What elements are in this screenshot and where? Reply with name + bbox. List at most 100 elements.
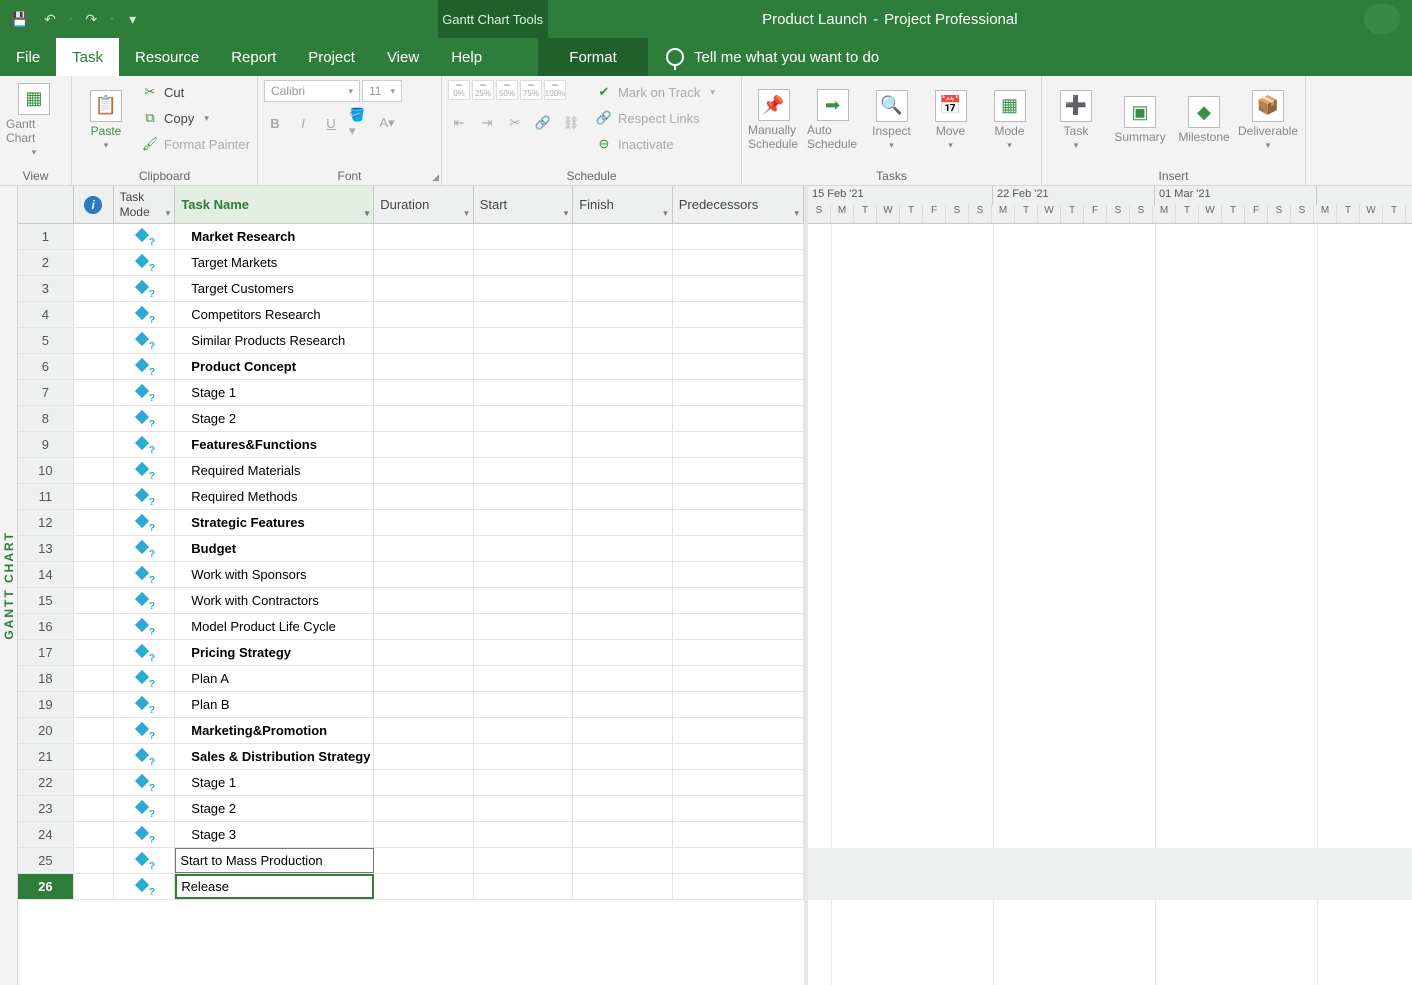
cell-start[interactable] <box>474 354 573 379</box>
row-number[interactable]: 14 <box>18 562 74 587</box>
row-number[interactable]: 26 <box>18 874 74 899</box>
cell-task-name[interactable]: Required Materials <box>175 458 374 483</box>
row-number[interactable]: 23 <box>18 796 74 821</box>
cell-indicators[interactable] <box>74 380 114 405</box>
cell-task-name[interactable]: Work with Sponsors <box>175 562 374 587</box>
cell-start[interactable] <box>474 796 573 821</box>
table-row[interactable]: 12?Strategic Features <box>18 510 804 536</box>
cell-finish[interactable] <box>573 640 672 665</box>
cell-finish[interactable] <box>573 302 672 327</box>
table-row[interactable]: 9?Features&Functions <box>18 432 804 458</box>
cell-task-mode[interactable]: ? <box>114 588 176 613</box>
cell-finish[interactable] <box>573 276 672 301</box>
row-number[interactable]: 4 <box>18 302 74 327</box>
cell-finish[interactable] <box>573 510 672 535</box>
cell-task-name[interactable]: Stage 1 <box>175 770 374 795</box>
tab-help[interactable]: Help <box>435 38 498 76</box>
cell-predecessors[interactable] <box>673 484 804 509</box>
outdent-button[interactable]: ⇤ <box>448 112 470 134</box>
cell-task-mode[interactable]: ? <box>114 874 176 899</box>
cell-duration[interactable] <box>374 536 473 561</box>
table-row[interactable]: 15?Work with Contractors <box>18 588 804 614</box>
redo-button[interactable]: ↷ <box>79 7 103 31</box>
cell-task-name[interactable]: Stage 1 <box>175 380 374 405</box>
cell-finish[interactable] <box>573 458 672 483</box>
cell-task-mode[interactable]: ? <box>114 822 176 847</box>
chevron-down-icon[interactable]: ▾ <box>464 208 469 219</box>
cell-finish[interactable] <box>573 484 672 509</box>
row-number[interactable]: 13 <box>18 536 74 561</box>
cell-indicators[interactable] <box>74 536 114 561</box>
cell-finish[interactable] <box>573 250 672 275</box>
insert-milestone-button[interactable]: ◆Milestone <box>1176 80 1232 160</box>
cell-finish[interactable] <box>573 562 672 587</box>
pct-0-button[interactable]: ━0% <box>448 80 470 100</box>
cell-duration[interactable] <box>374 406 473 431</box>
cell-duration[interactable] <box>374 718 473 743</box>
cell-predecessors[interactable] <box>673 822 804 847</box>
cell-start[interactable] <box>474 718 573 743</box>
cell-task-name[interactable]: Strategic Features <box>175 510 374 535</box>
cell-indicators[interactable] <box>74 640 114 665</box>
cell-task-mode[interactable]: ? <box>114 432 176 457</box>
cell-finish[interactable] <box>573 380 672 405</box>
tab-resource[interactable]: Resource <box>119 38 215 76</box>
cell-predecessors[interactable] <box>673 510 804 535</box>
qat-customize[interactable]: ▾ <box>121 7 145 31</box>
table-row[interactable]: 16?Model Product Life Cycle <box>18 614 804 640</box>
cell-finish[interactable] <box>573 822 672 847</box>
cell-finish[interactable] <box>573 354 672 379</box>
italic-button[interactable]: I <box>292 112 314 134</box>
col-task-mode[interactable]: TaskMode▾ <box>114 186 176 223</box>
cell-task-mode[interactable]: ? <box>114 406 176 431</box>
tab-task[interactable]: Task <box>56 38 119 76</box>
cell-indicators[interactable] <box>74 744 114 769</box>
cell-task-name[interactable]: Stage 3 <box>175 822 374 847</box>
cell-indicators[interactable] <box>74 588 114 613</box>
row-number[interactable]: 5 <box>18 328 74 353</box>
row-number[interactable]: 2 <box>18 250 74 275</box>
cell-predecessors[interactable] <box>673 848 804 873</box>
auto-schedule-button[interactable]: ➡Auto Schedule <box>807 80 858 160</box>
cell-finish[interactable] <box>573 770 672 795</box>
row-number[interactable]: 24 <box>18 822 74 847</box>
gantt-body[interactable] <box>808 224 1412 985</box>
cell-indicators[interactable] <box>74 770 114 795</box>
chevron-down-icon[interactable]: ▾ <box>365 208 370 219</box>
cell-predecessors[interactable] <box>673 276 804 301</box>
row-number[interactable]: 15 <box>18 588 74 613</box>
cell-indicators[interactable] <box>74 276 114 301</box>
cell-predecessors[interactable] <box>673 874 804 899</box>
cell-finish[interactable] <box>573 666 672 691</box>
cell-finish[interactable] <box>573 588 672 613</box>
cell-duration[interactable] <box>374 666 473 691</box>
cell-task-mode[interactable]: ? <box>114 796 176 821</box>
table-row[interactable]: 24?Stage 3 <box>18 822 804 848</box>
cell-start[interactable] <box>474 848 574 873</box>
cell-task-name[interactable]: Features&Functions <box>175 432 374 457</box>
cell-predecessors[interactable] <box>673 770 804 795</box>
cell-task-name[interactable]: Work with Contractors <box>175 588 374 613</box>
mode-button[interactable]: ▦Mode▾ <box>984 80 1035 160</box>
table-row[interactable]: 5?Similar Products Research <box>18 328 804 354</box>
cell-task-name[interactable]: Sales & Distribution Strategy <box>175 744 374 769</box>
cell-indicators[interactable] <box>74 822 114 847</box>
cell-indicators[interactable] <box>74 718 114 743</box>
cell-finish[interactable] <box>573 744 672 769</box>
cell-task-mode[interactable]: ? <box>114 250 176 275</box>
select-all-header[interactable] <box>18 186 74 223</box>
cell-task-mode[interactable]: ? <box>114 276 176 301</box>
col-start[interactable]: Start▾ <box>474 186 574 223</box>
cell-predecessors[interactable] <box>673 666 804 691</box>
cell-duration[interactable] <box>374 510 473 535</box>
cell-start[interactable] <box>474 458 573 483</box>
cell-indicators[interactable] <box>74 484 114 509</box>
cell-indicators[interactable] <box>74 796 114 821</box>
cell-finish[interactable] <box>573 328 672 353</box>
cell-start[interactable] <box>474 744 573 769</box>
cell-indicators[interactable] <box>74 510 114 535</box>
cell-task-name[interactable]: Plan B <box>175 692 374 717</box>
gantt-chart-button[interactable]: ▦ Gantt Chart ▾ <box>6 80 62 160</box>
cell-start[interactable] <box>474 640 573 665</box>
cell-predecessors[interactable] <box>673 588 804 613</box>
